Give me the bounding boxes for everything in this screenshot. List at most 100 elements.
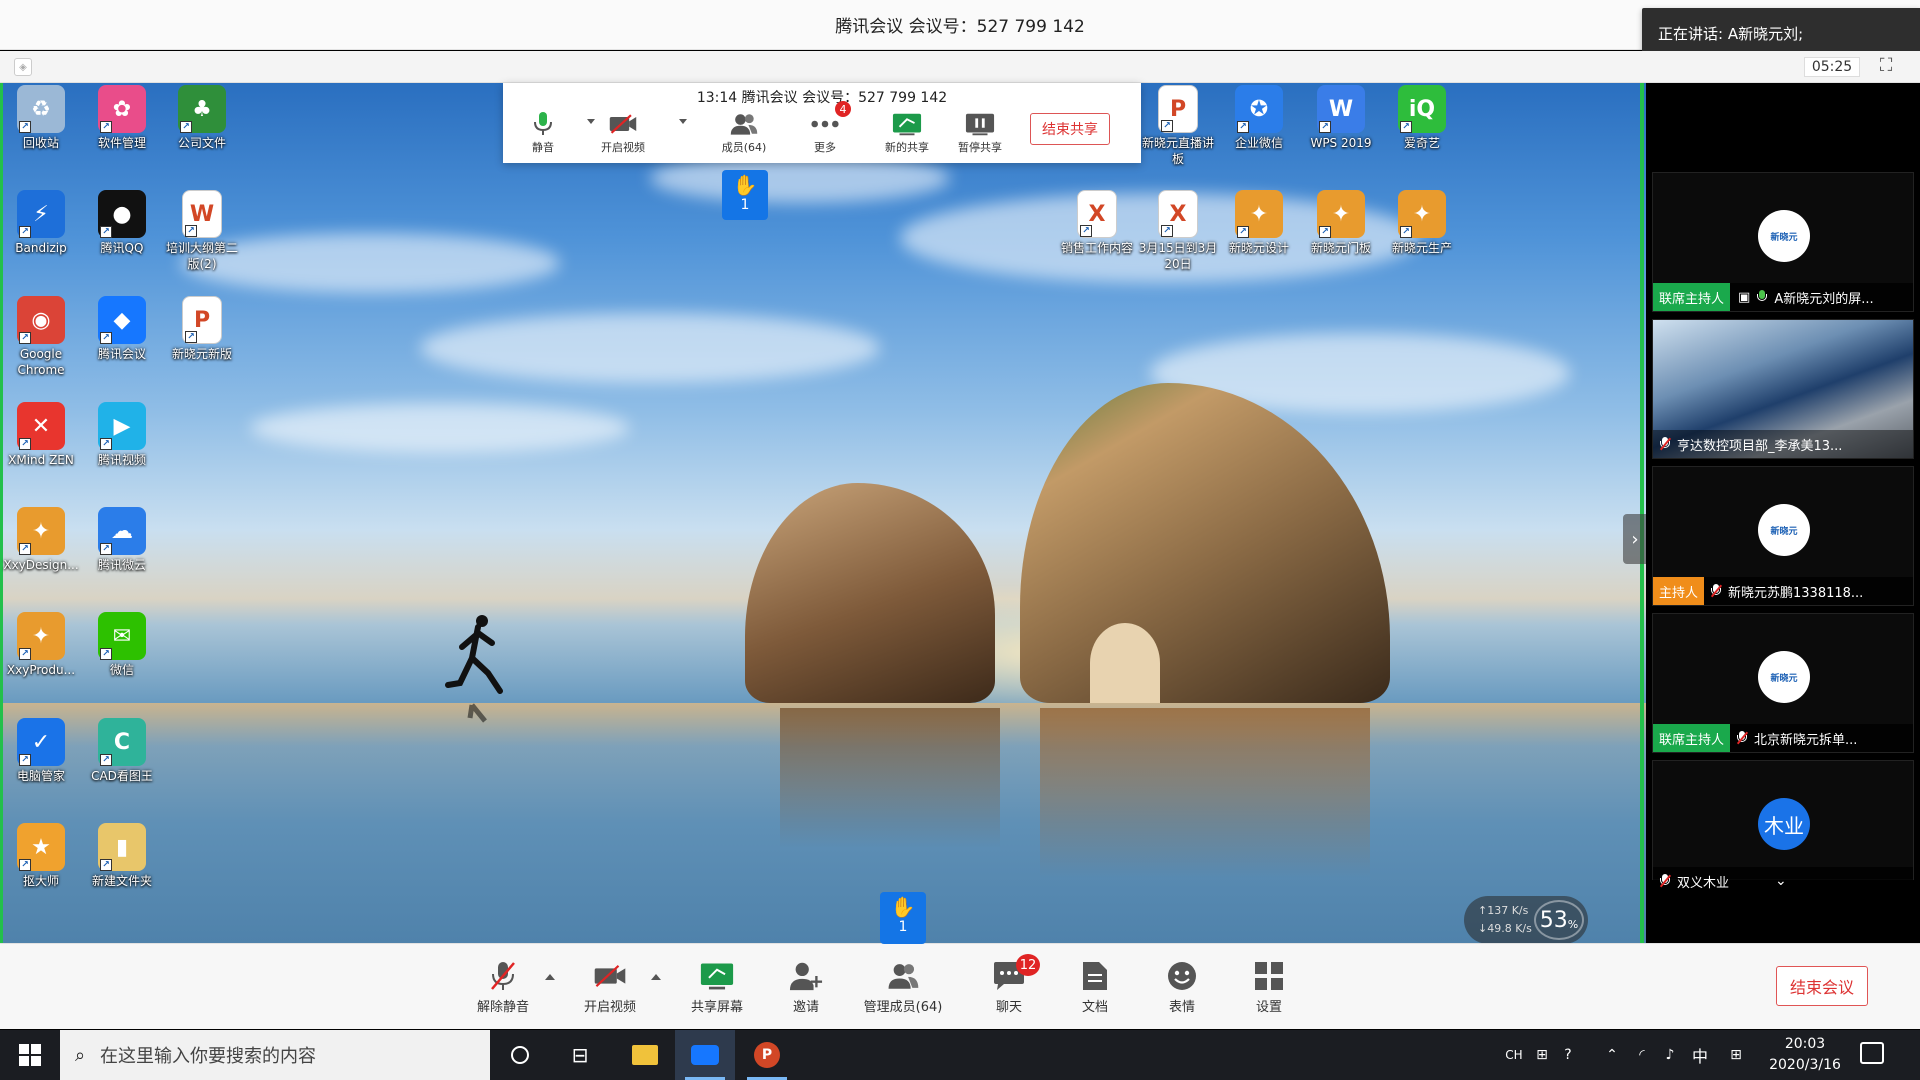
more-button[interactable]: 更多 4 xyxy=(793,101,857,155)
participant-tile[interactable]: 新晓元 主持人 新晓元苏鹏1338118... xyxy=(1652,466,1914,606)
desktop-icon[interactable]: ♻ ↗ 回收站 xyxy=(0,85,82,151)
participant-tile[interactable]: 新晓元 联席主持人 ▣ A新晓元刘的屏... xyxy=(1652,172,1914,312)
taskbar-search-box[interactable]: ⌕ 在这里输入你要搜索的内容 xyxy=(60,1030,490,1080)
share-screen-button[interactable]: 共享屏幕 xyxy=(672,960,762,1015)
taskbar-clock[interactable]: 20:03 2020/3/16 xyxy=(1760,1034,1850,1076)
xxy-app-icon: ✦ ↗ xyxy=(1235,190,1283,238)
security-shield-icon[interactable]: ◈ xyxy=(14,58,32,76)
desktop-icon[interactable]: ◆ ↗ 腾讯会议 xyxy=(81,296,163,362)
end-share-button[interactable]: 结束共享 xyxy=(1030,113,1110,145)
new-share-button[interactable]: 新的共享 xyxy=(875,111,939,155)
desktop-icon[interactable]: ★ ↗ 抠大师 xyxy=(0,823,82,889)
unmute-label: 解除静音 xyxy=(476,1000,529,1015)
desktop-icon[interactable]: ✓ ↗ 电脑管家 xyxy=(0,718,82,784)
desktop-icon[interactable]: iQ ↗ 爱奇艺 xyxy=(1381,85,1463,151)
volume-icon[interactable]: ♪ xyxy=(1658,1030,1682,1080)
desktop-icon[interactable]: ✦ ↗ 新晓元生产 xyxy=(1381,190,1463,256)
desktop-icon[interactable]: ✦ ↗ 新晓元门板 xyxy=(1300,190,1382,256)
cad-viewer-icon: C ↗ xyxy=(98,718,146,766)
start-video-label: 开启视频 xyxy=(583,1000,636,1015)
desktop-icon[interactable]: ✉ ↗ 微信 xyxy=(81,612,163,678)
desktop-icon[interactable]: ☁ ↗ 腾讯微云 xyxy=(81,507,163,573)
help-icon[interactable]: ? xyxy=(1556,1030,1580,1080)
desktop-icon[interactable]: ✦ ↗ XxyProdu... xyxy=(0,612,82,678)
ime-keyboard-icon[interactable]: ⊞ xyxy=(1722,1030,1750,1080)
network-status-widget[interactable]: ↑137 K/s ↓49.8 K/s 53% xyxy=(1464,896,1588,944)
end-meeting-button[interactable]: 结束会议 xyxy=(1776,966,1868,1006)
screen: 腾讯会议 会议号：527 799 142 正在讲话: A新晓元刘; ◈ 05:2… xyxy=(0,0,1920,1080)
documents-button[interactable]: 文档 xyxy=(1050,960,1140,1015)
koudashi-icon: ★ ↗ xyxy=(17,823,65,871)
share-toolbar: 13:14 腾讯会议 会议号：527 799 142 静音 开启视频 成员(64… xyxy=(503,83,1141,163)
desktop-icon[interactable]: ✿ ↗ 软件管理 xyxy=(81,85,163,151)
start-video-button[interactable]: 开启视频 xyxy=(565,960,655,1015)
desktop-icon[interactable]: ✦ ↗ XxyDesign... xyxy=(0,507,82,573)
members-button[interactable]: 成员(64) xyxy=(712,111,776,155)
emoji-button[interactable]: 表情 xyxy=(1137,960,1227,1015)
video-off-icon xyxy=(593,960,627,992)
ime-mode[interactable]: 中 xyxy=(1686,1030,1714,1080)
input-lang[interactable]: CH xyxy=(1500,1030,1528,1080)
desktop-icon[interactable]: ✕ ↗ XMind ZEN xyxy=(0,402,82,468)
desktop-icon[interactable]: P ↗ 新晓元新版 xyxy=(161,296,243,362)
video-button[interactable]: 开启视频 xyxy=(591,111,655,155)
shortcut-arrow-icon: ↗ xyxy=(100,226,112,238)
video-settings-caret[interactable] xyxy=(651,974,661,980)
participant-tile[interactable]: 新晓元 联席主持人 北京新晓元拆单... xyxy=(1652,613,1914,753)
expand-panel-button[interactable]: › xyxy=(1623,514,1647,564)
task-view-icon: ⊟ xyxy=(571,1043,589,1067)
windows-logo-icon xyxy=(19,1044,41,1066)
desktop-icon[interactable]: W ↗ WPS 2019 xyxy=(1300,85,1382,151)
participants-panel: 新晓元 联席主持人 ▣ A新晓元刘的屏... 亨达数控项目部_李承美13... … xyxy=(1646,83,1920,943)
desktop-icon[interactable]: ▮ ↗ 新建文件夹 xyxy=(81,823,163,889)
participant-tile[interactable]: 木业 双义木业 ⌄ xyxy=(1652,760,1914,895)
task-view-button[interactable]: ⊟ xyxy=(550,1030,610,1080)
desktop-icon[interactable]: X ↗ 销售工作内容 xyxy=(1056,190,1138,256)
raise-hand-badge-bottom[interactable]: ✋ 1 xyxy=(880,892,926,944)
desktop-icon[interactable]: ✦ ↗ 新晓元设计 xyxy=(1218,190,1300,256)
desktop-icon-label: 新晓元门板 xyxy=(1310,241,1371,255)
start-button[interactable] xyxy=(0,1030,60,1080)
invite-button[interactable]: 邀请 xyxy=(761,960,851,1015)
xxy-design-icon: ✦ ↗ xyxy=(17,507,65,555)
desktop-icon[interactable]: X ↗ 3月15日到3月20日 xyxy=(1137,190,1219,272)
pause-share-button[interactable]: 暂停共享 xyxy=(948,111,1012,155)
chrome-icon: ◉ ↗ xyxy=(17,296,65,344)
tencent-meeting-icon xyxy=(691,1045,719,1065)
participant-tile-camera[interactable]: 亨达数控项目部_李承美13... xyxy=(1652,319,1914,459)
desktop-icon[interactable]: P ↗ 新晓元直播讲板 xyxy=(1137,85,1219,167)
notification-center-icon[interactable] xyxy=(1860,1042,1884,1064)
desktop-icon[interactable]: ⚡ ↗ Bandizip xyxy=(0,190,82,256)
file-explorer-button[interactable] xyxy=(615,1030,675,1080)
desktop-icon[interactable]: ● ↗ 腾讯QQ xyxy=(81,190,163,256)
chevron-down-icon[interactable]: ⌄ xyxy=(1775,873,1787,889)
raise-hand-badge[interactable]: ✋ 1 xyxy=(722,170,768,220)
audio-settings-caret[interactable] xyxy=(545,974,555,980)
desktop-icon[interactable]: ◉ ↗ Google Chrome xyxy=(0,296,82,378)
settings-button[interactable]: 设置 xyxy=(1224,960,1314,1015)
shortcut-arrow-icon: ↗ xyxy=(19,121,31,133)
mute-button[interactable]: 静音 xyxy=(511,111,575,155)
desktop-icon-label: 抠大师 xyxy=(22,874,59,888)
fullscreen-icon[interactable]: ⛶ xyxy=(1876,57,1896,77)
video-options-caret[interactable] xyxy=(679,119,687,124)
chat-button[interactable]: 聊天 12 xyxy=(964,954,1054,1015)
powerpoint-taskbar-button[interactable]: P xyxy=(737,1030,797,1080)
show-hidden-icons-icon[interactable]: ⌃ xyxy=(1600,1030,1624,1080)
participant-name: 双义木业 xyxy=(1677,875,1730,891)
unmute-button[interactable]: 解除静音 xyxy=(458,960,548,1015)
pause-share-icon xyxy=(965,111,995,137)
ime-grid-icon[interactable]: ⊞ xyxy=(1530,1030,1554,1080)
desktop-icon[interactable]: C ↗ CAD看图王 xyxy=(81,718,163,784)
desktop-icon[interactable]: ♣ ↗ 公司文件 xyxy=(161,85,243,151)
shortcut-arrow-icon: ↗ xyxy=(19,226,31,238)
desktop-icon[interactable]: W ↗ 培训大纲第二版(2) xyxy=(161,190,243,272)
cortana-button[interactable] xyxy=(490,1030,550,1080)
shortcut-arrow-icon: ↗ xyxy=(19,438,31,450)
network-icon[interactable]: ◜ xyxy=(1630,1030,1654,1080)
desktop-icon[interactable]: ▶ ↗ 腾讯视频 xyxy=(81,402,163,468)
tencent-meeting-taskbar-button[interactable] xyxy=(675,1030,735,1080)
desktop-icon-label: Google Chrome xyxy=(17,347,65,377)
desktop-icon[interactable]: ✪ ↗ 企业微信 xyxy=(1218,85,1300,151)
manage-members-button[interactable]: 管理成员(64) xyxy=(857,960,949,1015)
